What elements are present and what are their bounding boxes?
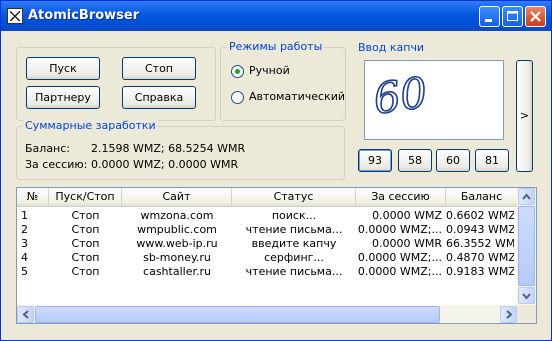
cell-startstop: Стоп [71, 251, 100, 264]
horizontal-scrollbar[interactable] [17, 305, 517, 323]
session-label: За сессию: [25, 158, 88, 171]
cell-startstop: Стоп [71, 223, 100, 236]
captcha-option-2[interactable]: 58 [398, 149, 432, 172]
table-row[interactable]: 3 Стоп www.web-ip.ru введите капчу 0.000… [17, 237, 517, 251]
window-title: AtomicBrowser [28, 8, 140, 23]
auto-mode-label[interactable]: Автоматический [249, 90, 345, 103]
cell-balance: 66.3552 WMR [446, 237, 514, 250]
scroll-right-button[interactable] [500, 306, 517, 323]
cell-balance: 0.4870 WMZ;... [446, 251, 514, 264]
cell-balance: 0.6602 WMZ [446, 209, 514, 222]
cell-session: 0.0000 WMZ;... [357, 265, 442, 278]
cell-site: sb-money.ru [143, 251, 211, 264]
cell-balance: 0.9183 WMZ;... [446, 265, 514, 278]
table-row[interactable]: 5 Стоп cashtaller.ru чтение письма... 0.… [17, 265, 517, 279]
cell-status: поиск... [271, 209, 317, 222]
table-row[interactable]: 2 Стоп wmpublic.com чтение письма... 0.0… [17, 223, 517, 237]
app-icon [7, 8, 23, 24]
cell-status: введите капчу [251, 237, 337, 250]
cell-number: 5 [21, 265, 28, 278]
captcha-digits: 60 [370, 67, 431, 125]
vertical-scrollbar[interactable] [517, 188, 536, 305]
balance-label: Баланс: [25, 142, 71, 155]
arrow-right-icon [506, 310, 513, 319]
minimize-icon [485, 19, 492, 22]
cell-balance: 0.0943 WMZ;... [446, 223, 514, 236]
maximize-icon [507, 11, 518, 21]
cell-startstop: Стоп [71, 237, 100, 250]
cell-session: 0.0000 WMR [372, 237, 442, 250]
vertical-scroll-thumb[interactable] [518, 206, 535, 286]
manual-mode-radio[interactable] [231, 65, 244, 78]
column-header-site[interactable]: Сайт [122, 188, 232, 206]
captcha-next-button[interactable]: > [516, 60, 533, 172]
table-row[interactable]: 1 Стоп wmzona.com поиск... 0.0000 WMZ 0.… [17, 209, 517, 223]
cell-site: wmpublic.com [137, 223, 217, 236]
arrow-left-icon [22, 310, 29, 319]
earnings-title: Суммарные заработки [23, 119, 158, 132]
captcha-option-1[interactable]: 93 [358, 149, 392, 172]
sites-list[interactable]: № Пуск/Стоп Сайт Статус За сессию Баланс… [16, 187, 537, 324]
table-row[interactable]: 4 Стоп sb-money.ru серфинг... 0.0000 WMZ… [17, 251, 517, 265]
close-button[interactable] [525, 6, 546, 27]
modes-group: Режимы работы Ручной Автоматический [220, 40, 346, 121]
cell-session: 0.0000 WMZ;... [357, 223, 442, 236]
column-header-balance[interactable]: Баланс [446, 188, 517, 206]
scroll-up-button[interactable] [518, 188, 535, 205]
list-header: № Пуск/Стоп Сайт Статус За сессию Баланс [17, 188, 517, 207]
cell-startstop: Стоп [71, 265, 100, 278]
modes-title: Режимы работы [227, 40, 325, 53]
cell-status: чтение письма... [245, 223, 343, 236]
captcha-title: Ввод капчи [358, 41, 425, 54]
scroll-down-button[interactable] [518, 287, 535, 304]
manual-mode-label[interactable]: Ручной [249, 64, 290, 77]
minimize-button[interactable] [479, 6, 500, 27]
help-button[interactable]: Справка [122, 86, 196, 109]
close-icon [530, 11, 541, 22]
column-header-startstop[interactable]: Пуск/Стоп [49, 188, 122, 206]
scroll-left-button[interactable] [17, 306, 34, 323]
session-value: 0.0000 WMZ; 0.0000 WMR [91, 158, 239, 171]
maximize-button[interactable] [502, 6, 523, 27]
column-header-status[interactable]: Статус [232, 188, 356, 206]
captcha-option-3[interactable]: 60 [436, 149, 470, 172]
auto-mode-radio[interactable] [231, 91, 244, 104]
cell-site: wmzona.com [140, 209, 214, 222]
title-bar[interactable]: AtomicBrowser [1, 1, 551, 31]
cell-number: 4 [21, 251, 28, 264]
app-window: AtomicBrowser Пуск Стоп Партнеру Справка… [0, 0, 552, 341]
cell-status: серфинг... [264, 251, 324, 264]
arrow-up-icon [522, 193, 531, 200]
column-header-session[interactable]: За сессию [356, 188, 446, 206]
cell-status: чтение письма... [245, 265, 343, 278]
captcha-image: 60 [364, 60, 504, 140]
cell-startstop: Стоп [71, 209, 100, 222]
horizontal-scroll-thumb[interactable] [35, 306, 440, 323]
balance-value: 2.1598 WMZ; 68.5254 WMR [91, 142, 246, 155]
earnings-group: Суммарные заработки Баланс: 2.1598 WMZ; … [16, 119, 345, 180]
cell-session: 0.0000 WMZ;... [357, 251, 442, 264]
arrow-down-icon [522, 293, 531, 300]
start-button[interactable]: Пуск [26, 57, 100, 80]
cell-session: 0.0000 WMZ [372, 209, 442, 222]
stop-button[interactable]: Стоп [122, 57, 196, 80]
captcha-text: 60 [370, 68, 430, 124]
column-header-number[interactable]: № [17, 188, 49, 206]
cell-site: cashtaller.ru [143, 265, 211, 278]
controls-group: Пуск Стоп Партнеру Справка [16, 47, 216, 121]
cell-site: www.web-ip.ru [136, 237, 218, 250]
scroll-corner [517, 305, 536, 323]
captcha-option-4[interactable]: 81 [475, 149, 509, 172]
cell-number: 3 [21, 237, 28, 250]
cell-number: 2 [21, 223, 28, 236]
partner-button[interactable]: Партнеру [26, 86, 100, 109]
cell-number: 1 [21, 209, 28, 222]
